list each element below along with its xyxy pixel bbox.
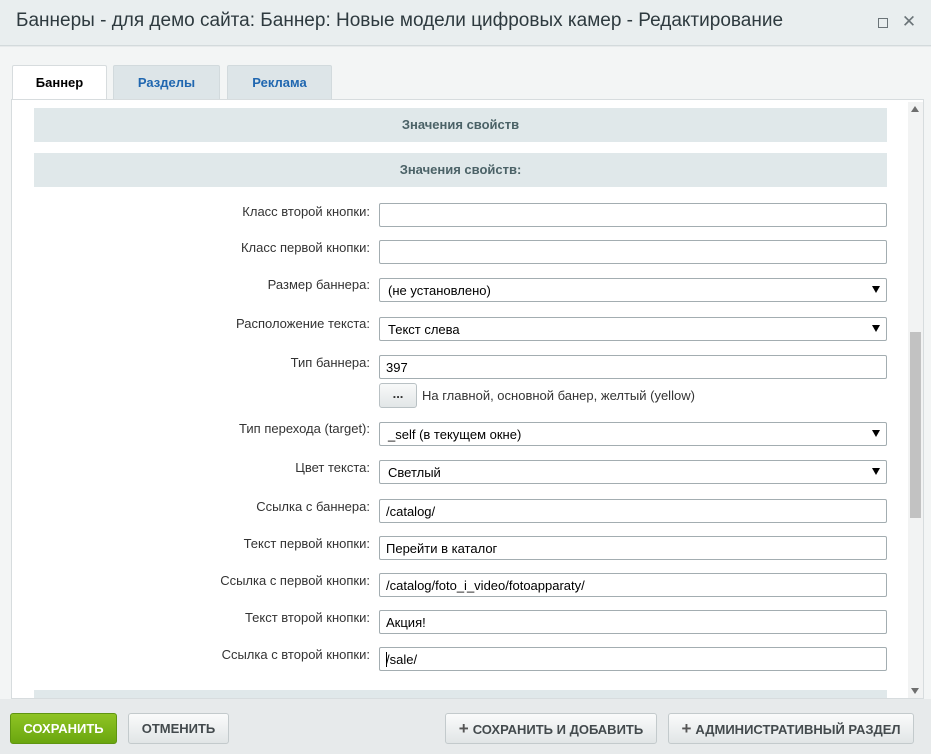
second-btn-text-input[interactable]: Акция! xyxy=(379,610,887,634)
label-text-color: Цвет текста: xyxy=(295,460,370,475)
text-color-select[interactable]: Светлый xyxy=(379,460,887,484)
tab-advertising[interactable]: Реклама xyxy=(227,65,332,100)
plus-icon: + xyxy=(458,719,469,738)
label-banner-link: Ссылка с баннера: xyxy=(256,499,370,514)
admin-section-button[interactable]: + АДМИНИСТРАТИВНЫЙ РАЗДЕЛ xyxy=(668,713,914,744)
banner-size-select[interactable]: (не установлено) xyxy=(379,278,887,302)
section-header-property-values: Значения свойств: xyxy=(34,153,887,187)
label-second-btn-link: Ссылка с второй кнопки: xyxy=(221,647,370,662)
vertical-scrollbar[interactable] xyxy=(908,102,923,698)
banner-type-description: На главной, основной банер, желтый (yell… xyxy=(422,388,695,403)
scroll-up-icon[interactable] xyxy=(911,106,919,112)
first-btn-text-input[interactable]: Перейти в каталог xyxy=(379,536,887,560)
second-btn-link-value: /sale/ xyxy=(386,652,418,667)
first-btn-class-input[interactable] xyxy=(379,240,887,264)
label-first-btn-text: Текст первой кнопки: xyxy=(243,536,370,551)
save-and-add-button[interactable]: + СОХРАНИТЬ И ДОБАВИТЬ xyxy=(445,713,657,744)
dialog-body: Баннер Разделы Реклама Значения свойств … xyxy=(0,47,931,699)
tab-banner[interactable]: Баннер xyxy=(12,65,107,101)
plus-icon: + xyxy=(681,719,692,738)
banner-link-input[interactable]: /catalog/ xyxy=(379,499,887,523)
section-header-next xyxy=(34,690,887,698)
banner-size-value: (не установлено) xyxy=(388,283,491,298)
chevron-down-icon xyxy=(872,325,880,332)
second-btn-class-input[interactable] xyxy=(379,203,887,227)
label-first-btn-link: Ссылка с первой кнопки: xyxy=(220,573,370,588)
label-second-btn-text: Текст второй кнопки: xyxy=(244,610,370,625)
admin-section-label: АДМИНИСТРАТИВНЫЙ РАЗДЕЛ xyxy=(695,722,901,737)
text-color-value: Светлый xyxy=(388,465,441,480)
close-icon[interactable]: ✕ xyxy=(901,13,917,30)
banner-type-picker-button[interactable]: ... xyxy=(379,383,417,408)
tab-sections[interactable]: Разделы xyxy=(113,65,220,100)
window-title: Баннеры - для демо сайта: Баннер: Новые … xyxy=(16,10,784,31)
label-second-btn-class: Класс второй кнопки: xyxy=(242,204,370,219)
save-button[interactable]: СОХРАНИТЬ xyxy=(10,713,117,744)
text-cursor xyxy=(386,652,387,667)
label-banner-type: Тип баннера: xyxy=(290,355,370,370)
label-first-btn-class: Класс первой кнопки: xyxy=(240,240,370,255)
window-titlebar: Баннеры - для демо сайта: Баннер: Новые … xyxy=(0,0,931,46)
text-position-select[interactable]: Текст слева xyxy=(379,317,887,341)
label-text-position: Расположение текста: xyxy=(236,316,370,331)
save-and-add-label: СОХРАНИТЬ И ДОБАВИТЬ xyxy=(472,722,644,737)
scrollbar-thumb[interactable] xyxy=(910,332,921,518)
chevron-down-icon xyxy=(872,468,880,475)
second-btn-link-input[interactable]: /sale/ xyxy=(379,647,887,671)
cancel-button[interactable]: ОТМЕНИТЬ xyxy=(128,713,229,744)
maximize-icon[interactable] xyxy=(875,14,891,30)
section-header-properties: Значения свойств xyxy=(34,108,887,142)
form-panel: Значения свойств Значения свойств: Класс… xyxy=(11,99,924,699)
scroll-down-icon[interactable] xyxy=(911,688,919,694)
banner-type-input[interactable]: 397 xyxy=(379,355,887,379)
text-position-value: Текст слева xyxy=(388,322,460,337)
first-btn-link-input[interactable]: /catalog/foto_i_video/fotoapparaty/ xyxy=(379,573,887,597)
target-select[interactable]: _self (в текущем окне) xyxy=(379,422,887,446)
label-banner-size: Размер баннера: xyxy=(267,277,370,292)
target-value: _self (в текущем окне) xyxy=(388,427,522,442)
dialog-footer: СОХРАНИТЬ ОТМЕНИТЬ + СОХРАНИТЬ И ДОБАВИТЬ… xyxy=(0,699,931,754)
chevron-down-icon xyxy=(872,430,880,437)
chevron-down-icon xyxy=(872,286,880,293)
label-target: Тип перехода (target): xyxy=(239,421,370,436)
